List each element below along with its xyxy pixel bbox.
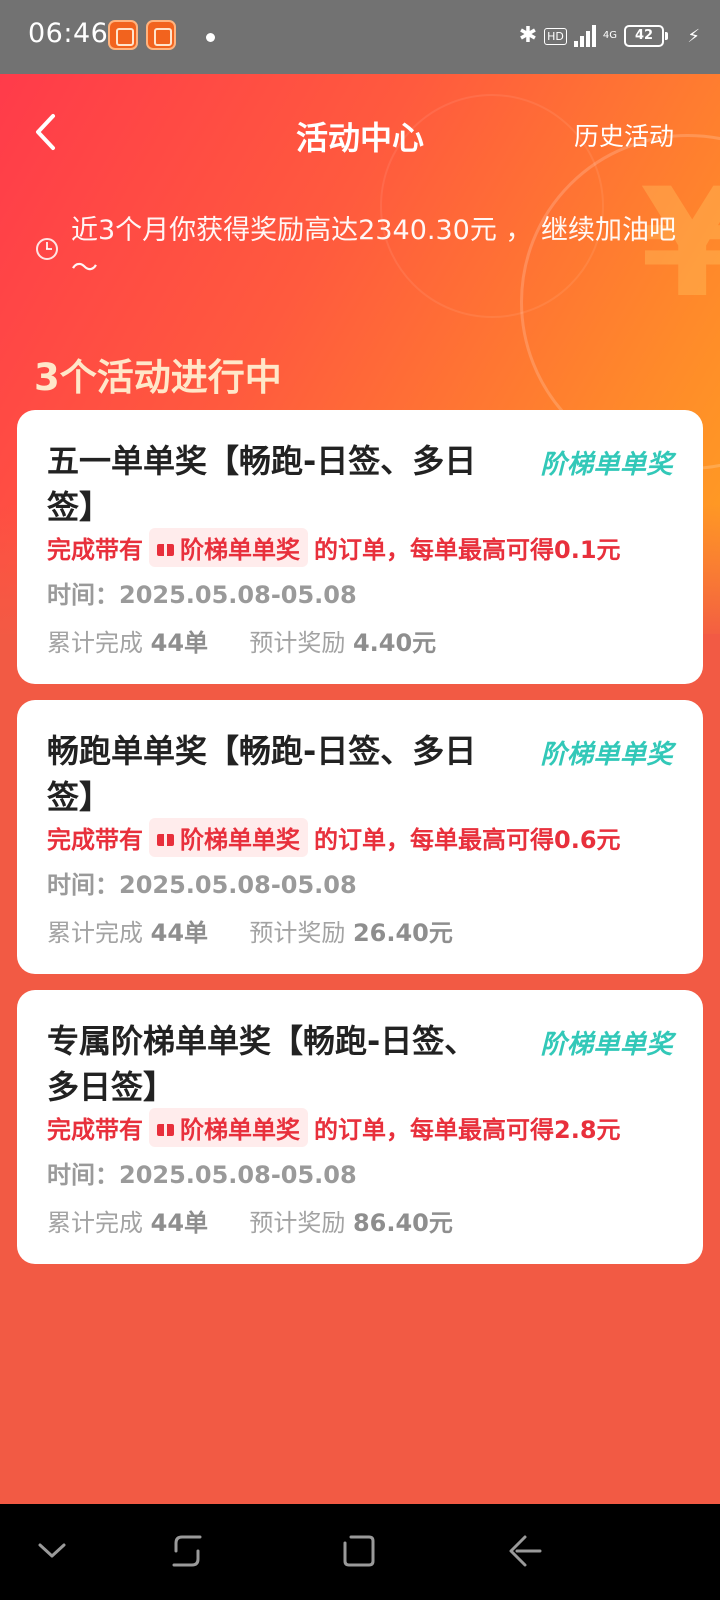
bluetooth-icon: ✱ [518, 23, 538, 48]
activity-time: 时间：2025.05.08-05.08 [47, 1161, 357, 1189]
charging-icon: ⚡ [687, 26, 700, 47]
status-bar: 06:46 ✱ HD 4G 42 ⚡ [0, 0, 720, 74]
gift-icon [157, 539, 174, 556]
activity-stats: 累计完成 44单 预计奖励 86.40元 [47, 1209, 453, 1237]
reward-summary-text: 近3个月你获得奖励高达2340.30元 ， 继续加油吧～ [71, 215, 676, 284]
more-notifications-dot [206, 33, 215, 42]
activity-stats: 累计完成 44单 预计奖励 4.40元 [47, 629, 437, 657]
activity-title: 五一单单奖【畅跑-日签、多日签】 [47, 442, 477, 526]
gift-icon [157, 829, 174, 846]
signal-icon [573, 25, 596, 47]
activity-description: 完成带有 阶梯单单奖 的订单，每单最高可得0.6元 [47, 818, 621, 857]
home-button[interactable] [334, 1526, 384, 1576]
activity-type-tag: 阶梯单单奖 [540, 1030, 673, 1060]
activity-description: 完成带有 阶梯单单奖 的订单，每单最高可得0.1元 [47, 528, 621, 567]
status-time: 06:46 [28, 18, 109, 49]
activity-chip: 阶梯单单奖 [149, 1108, 308, 1147]
activity-title: 畅跑单单奖【畅跑-日签、多日签】 [47, 732, 477, 816]
home-icon [343, 1535, 375, 1567]
recent-apps-button[interactable] [162, 1526, 212, 1576]
activity-chip: 阶梯单单奖 [149, 528, 308, 567]
history-activities-link[interactable]: 历史活动 [574, 117, 674, 153]
expected-reward: 86.40元 [352, 1209, 453, 1237]
activity-type-tag: 阶梯单单奖 [540, 740, 673, 770]
activity-time: 时间：2025.05.08-05.08 [47, 581, 357, 609]
hide-nav-button[interactable] [27, 1526, 77, 1576]
activity-title: 专属阶梯单单奖【畅跑-日签、多日签】 [47, 1022, 477, 1106]
back-arrow-icon [509, 1535, 542, 1567]
section-title: 3个活动进行中 [34, 356, 282, 399]
activity-stats: 累计完成 44单 预计奖励 26.40元 [47, 919, 453, 947]
chevron-down-icon [38, 1543, 66, 1558]
hd-icon: HD [544, 27, 567, 45]
app-notification-icon [108, 20, 138, 50]
activity-type-tag: 阶梯单单奖 [540, 450, 673, 480]
completed-count: 44单 [150, 919, 209, 947]
system-nav-bar [0, 1504, 720, 1600]
gift-icon [157, 1119, 174, 1136]
back-nav-button[interactable] [500, 1526, 550, 1576]
app-notification-icon [146, 20, 176, 50]
expected-reward: 4.40元 [352, 629, 437, 657]
expected-reward: 26.40元 [352, 919, 453, 947]
activity-card[interactable]: 畅跑单单奖【畅跑-日签、多日签】 阶梯单单奖 完成带有 阶梯单单奖 的订单，每单… [17, 700, 703, 974]
activity-chip: 阶梯单单奖 [149, 818, 308, 857]
activity-card[interactable]: 五一单单奖【畅跑-日签、多日签】 阶梯单单奖 完成带有 阶梯单单奖 的订单，每单… [17, 410, 703, 684]
reward-summary: 近3个月你获得奖励高达2340.30元 ， 继续加油吧～ [36, 212, 676, 288]
completed-count: 44单 [150, 1209, 209, 1237]
activity-time: 时间：2025.05.08-05.08 [47, 871, 357, 899]
activity-description: 完成带有 阶梯单单奖 的订单，每单最高可得2.8元 [47, 1108, 621, 1147]
completed-count: 44单 [150, 629, 209, 657]
network-type-label: 4G [602, 30, 617, 41]
activity-card[interactable]: 专属阶梯单单奖【畅跑-日签、多日签】 阶梯单单奖 完成带有 阶梯单单奖 的订单，… [17, 990, 703, 1264]
battery-icon: 42 [624, 25, 668, 47]
clock-icon [36, 238, 58, 260]
recent-apps-icon [172, 1535, 202, 1567]
